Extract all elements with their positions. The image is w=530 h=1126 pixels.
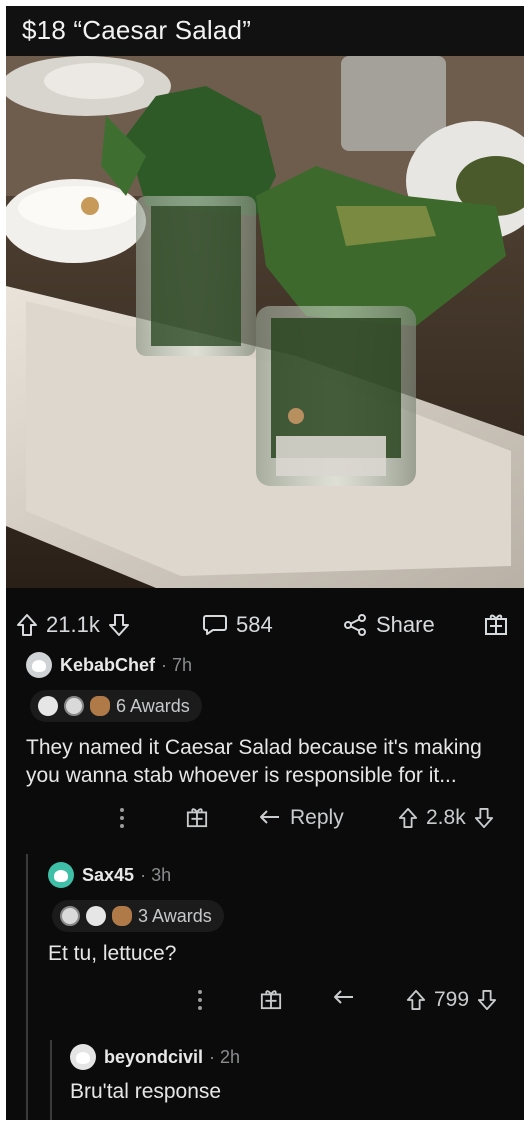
post-image[interactable] [6, 56, 524, 588]
comment-vote-group: 799 [406, 988, 497, 1012]
gift-icon [260, 988, 282, 1010]
share-icon [342, 613, 368, 637]
upvote-icon[interactable] [406, 989, 426, 1011]
comment-meta: · 7h [161, 654, 193, 675]
gift-icon [186, 806, 208, 828]
comment-age: 3h [151, 864, 172, 885]
post-action-bar: 21.1k 584 Share [6, 606, 524, 650]
comment-header: beyondcivil · 2h [70, 1044, 240, 1070]
avatar[interactable] [26, 652, 52, 678]
comment-count: 584 [236, 612, 273, 637]
avatar[interactable] [48, 862, 74, 888]
comment-body: Et tu, lettuce? [48, 942, 177, 965]
username[interactable]: KebabChef [60, 655, 155, 676]
gift-icon [484, 612, 508, 636]
salad-photo [6, 56, 524, 588]
comment-body: They named it Caesar Salad because it's … [26, 736, 482, 787]
share-label: Share [376, 612, 435, 637]
award-icon [60, 906, 80, 926]
comment-icon [202, 613, 228, 637]
more-icon [196, 988, 204, 1012]
reply-icon [332, 988, 356, 1008]
post-title: $18 “Caesar Salad” [6, 6, 524, 56]
reply-icon [258, 808, 282, 828]
downvote-icon[interactable] [108, 613, 130, 637]
award-icon [38, 696, 58, 716]
comment-vote-group: 2.8k [398, 806, 494, 830]
more-icon [118, 806, 126, 830]
upvote-icon[interactable] [16, 613, 38, 637]
downvote-icon[interactable] [474, 807, 494, 829]
share-button[interactable]: Share [342, 612, 435, 638]
comment-body: Bru'tal response [70, 1080, 222, 1103]
award-icon [86, 906, 106, 926]
more-button[interactable] [196, 988, 204, 1012]
comment-age: 7h [172, 654, 193, 675]
comment-score: 2.8k [426, 806, 466, 829]
more-button[interactable] [118, 806, 126, 830]
comment-actions: 799 [6, 984, 524, 1020]
username[interactable]: beyondcivil [104, 1047, 203, 1068]
comment-age: 2h [220, 1046, 241, 1067]
awards-pill[interactable]: 3 Awards [52, 900, 224, 932]
award-button[interactable] [260, 988, 282, 1010]
comment-header: Sax45 · 3h [48, 862, 171, 888]
awards-count: 3 Awards [138, 905, 212, 926]
reply-button[interactable]: Reply [258, 806, 344, 830]
reply-label: Reply [290, 806, 344, 829]
avatar[interactable] [70, 1044, 96, 1070]
upvote-count: 21.1k [46, 612, 100, 637]
upvote-icon[interactable] [398, 807, 418, 829]
comment-meta: · 3h [140, 864, 172, 885]
comment-score: 799 [434, 988, 470, 1011]
awards-pill[interactable]: 6 Awards [30, 690, 202, 722]
comment-actions: Reply 2.8k [6, 802, 524, 838]
award-button[interactable] [186, 806, 208, 828]
award-icon [112, 906, 132, 926]
comment-header: KebabChef · 7h [26, 652, 192, 678]
downvote-icon[interactable] [477, 989, 497, 1011]
reply-button[interactable] [332, 988, 356, 1008]
screenshot-frame: $18 “Caesar Salad” 21.1k 584 Share Kebab… [6, 6, 524, 1120]
thread-line[interactable] [50, 1040, 52, 1120]
awards-count: 6 Awards [116, 695, 190, 716]
award-icon [90, 696, 110, 716]
comments-button[interactable]: 584 [202, 612, 273, 638]
vote-group: 21.1k [16, 612, 130, 638]
award-button[interactable] [484, 612, 508, 636]
username[interactable]: Sax45 [82, 865, 134, 886]
award-icon [64, 696, 84, 716]
comment-meta: · 2h [209, 1046, 241, 1067]
